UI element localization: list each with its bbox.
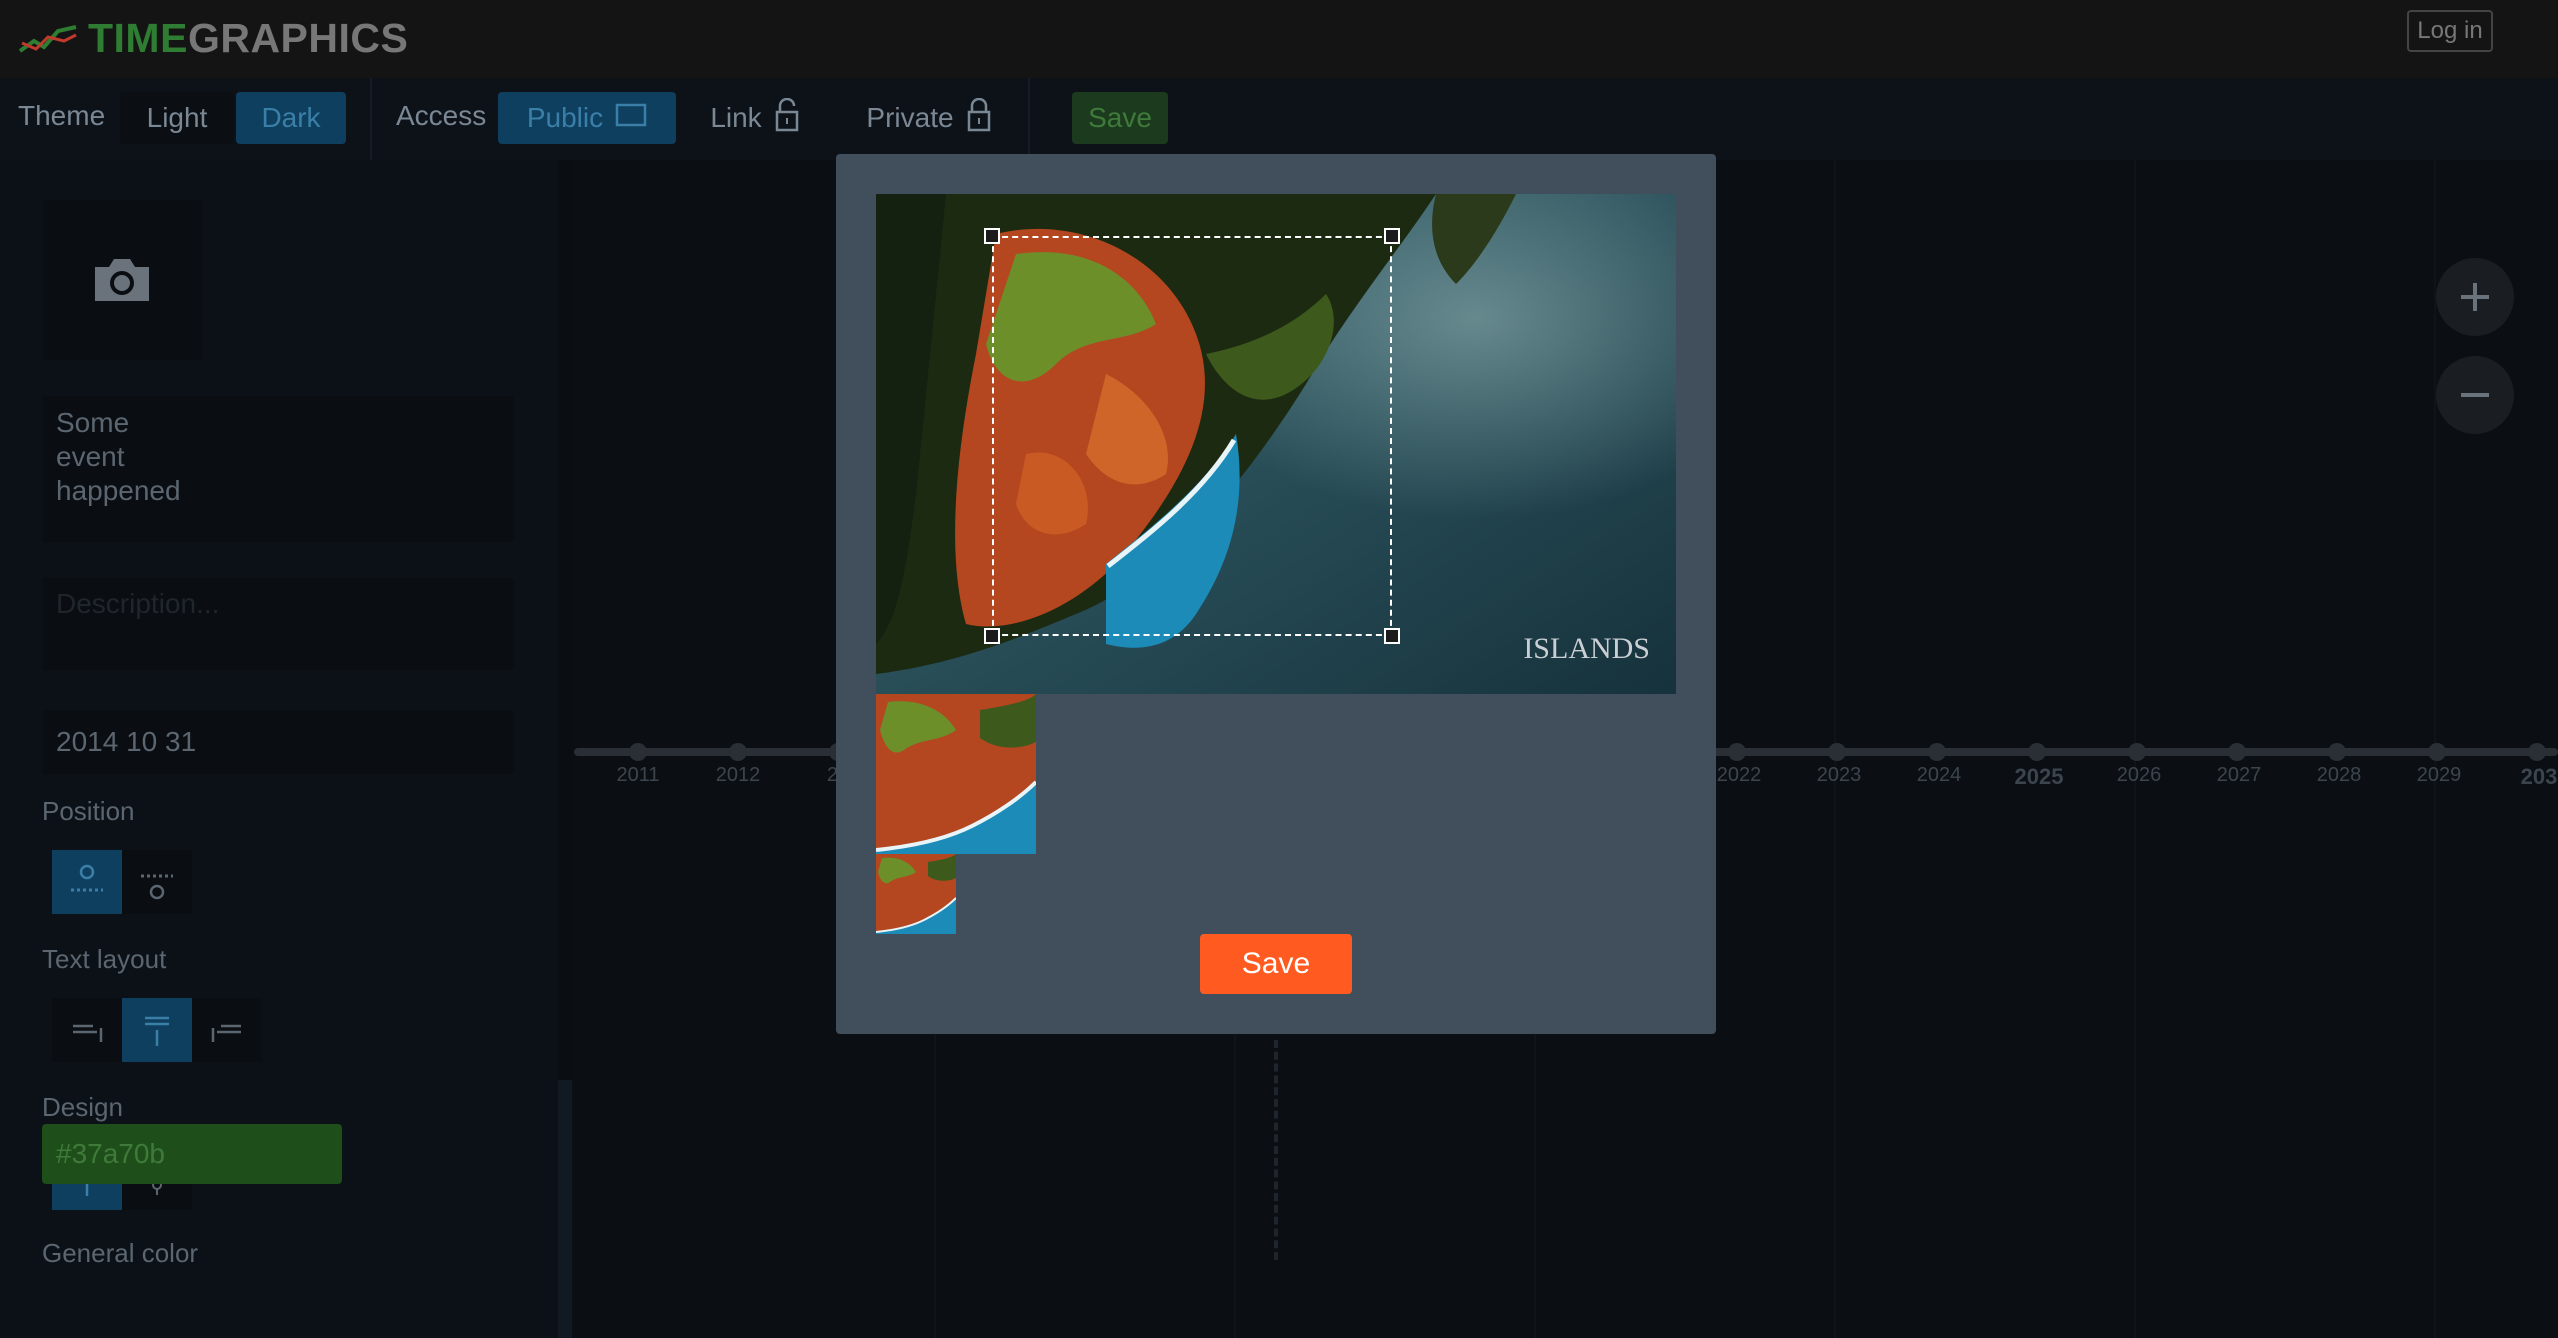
crop-source-image[interactable]: ISLANDS [876, 194, 1676, 694]
align-left-icon [73, 1024, 103, 1042]
logo[interactable]: TIMEGRAPHICS [18, 8, 408, 68]
crop-selection-box[interactable] [992, 236, 1392, 636]
text-layout-right-option[interactable] [192, 998, 262, 1062]
settings-toolbar: Theme Light Dark Access Public Link Priv… [0, 78, 2558, 162]
event-date-field[interactable]: 2014 10 31 [42, 710, 514, 774]
year-tick-dot [1928, 743, 1946, 761]
crop-preview-large [876, 694, 1036, 854]
unlock-icon [774, 97, 800, 139]
add-photo-button[interactable] [42, 200, 202, 360]
year-tick-label: 2027 [2216, 764, 2262, 786]
event-marker-line [1274, 1040, 1278, 1260]
year-tick-label: 2026 [2116, 764, 2162, 786]
image-crop-modal: ISLANDS Save [836, 154, 1716, 1034]
text-layout-label: Text layout [42, 944, 167, 974]
toolbar-save-button[interactable]: Save [1072, 92, 1168, 144]
access-public-button[interactable]: Public [498, 92, 676, 144]
theme-light-button[interactable]: Light [120, 92, 234, 144]
theme-dark-button[interactable]: Dark [236, 92, 346, 144]
access-label: Access [396, 100, 487, 131]
position-label: Position [42, 796, 135, 826]
year-tick-label-current: 2025 [2014, 764, 2064, 789]
year-tick-label: 203 [2520, 764, 2558, 789]
crop-handle-bottom-left[interactable] [984, 628, 1000, 644]
crop-save-button[interactable]: Save [1200, 934, 1352, 994]
access-private-label: Private [866, 102, 954, 133]
year-tick-dot [2028, 743, 2046, 761]
lock-icon [966, 97, 992, 139]
position-below-option[interactable] [122, 850, 192, 914]
year-tick-label: 2028 [2316, 764, 2362, 786]
general-color-input[interactable]: #37a70b [42, 1124, 342, 1184]
year-tick-dot [729, 743, 747, 761]
toolbar-divider [370, 78, 372, 160]
position-below-icon [141, 874, 173, 900]
year-tick-dot [1828, 743, 1846, 761]
screen-icon [615, 102, 647, 134]
plus-icon [2461, 283, 2489, 311]
year-tick-label: 2029 [2416, 764, 2462, 786]
year-tick-label: 2011 [616, 764, 660, 786]
align-right-icon [211, 1024, 241, 1042]
login-button[interactable]: Log in [2407, 10, 2493, 52]
event-description-field[interactable]: Description... [42, 578, 514, 670]
access-private-button[interactable]: Private [848, 92, 1010, 144]
crop-handle-top-right[interactable] [1384, 228, 1400, 244]
event-title-line: event [56, 441, 125, 472]
year-tick-dot [2528, 743, 2546, 761]
year-tick-label: 2023 [1816, 764, 1862, 786]
year-tick-dot [2428, 743, 2446, 761]
logo-text-graphics: GRAPHICS [187, 14, 409, 61]
align-center-icon [145, 1016, 169, 1046]
crop-preview-small [876, 854, 956, 934]
year-tick-dot [1728, 743, 1746, 761]
editor-scrollbar-thumb[interactable] [558, 1080, 572, 1338]
crop-handle-top-left[interactable] [984, 228, 1000, 244]
position-above-icon [71, 864, 103, 892]
position-options [52, 850, 192, 914]
event-title-line: happened [56, 475, 181, 506]
year-tick-dot [629, 743, 647, 761]
access-link-label: Link [710, 102, 762, 133]
text-layout-options [52, 998, 262, 1062]
zoom-in-button[interactable] [2436, 258, 2514, 336]
theme-label: Theme [18, 100, 106, 131]
design-label: Design [42, 1092, 123, 1122]
logo-graph-icon [18, 25, 77, 53]
general-color-label: General color [42, 1238, 199, 1268]
image-watermark: ISLANDS [1523, 632, 1650, 665]
year-tick-label: 2024 [1916, 764, 1962, 786]
text-layout-center-option[interactable] [122, 998, 192, 1062]
logo-text-time: TIME [88, 14, 188, 61]
camera-icon [95, 259, 149, 301]
event-title-field[interactable]: Some event happened [42, 396, 514, 542]
event-title-line: Some [56, 407, 130, 438]
toolbar-divider [1028, 78, 1030, 160]
text-layout-left-option[interactable] [52, 998, 122, 1062]
year-tick-dot [2328, 743, 2346, 761]
year-tick-dot [2128, 743, 2146, 761]
zoom-out-button[interactable] [2436, 356, 2514, 434]
access-link-button[interactable]: Link [690, 92, 820, 144]
minus-icon [2461, 393, 2489, 397]
crop-handle-bottom-right[interactable] [1384, 628, 1400, 644]
year-tick-dot [2228, 743, 2246, 761]
position-above-option[interactable] [52, 850, 122, 914]
top-bar: TIMEGRAPHICS Log in [0, 0, 2558, 78]
access-public-label: Public [526, 102, 604, 133]
year-tick-label: 2012 [715, 764, 761, 786]
